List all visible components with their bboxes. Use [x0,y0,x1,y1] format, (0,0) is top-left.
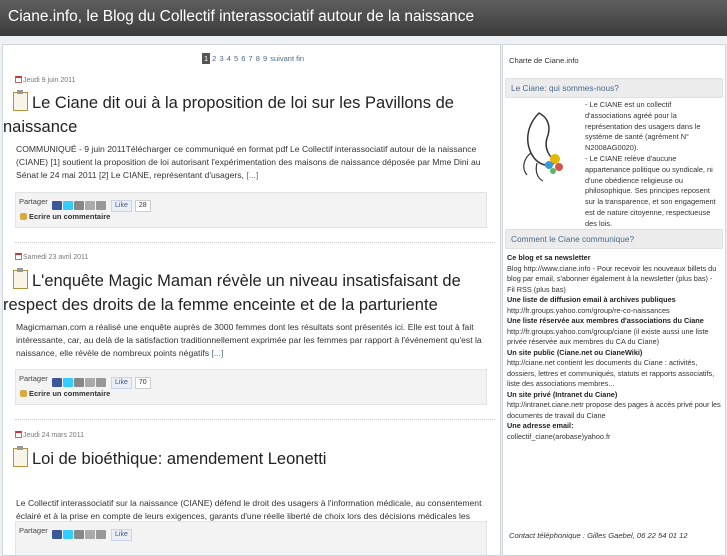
calendar-icon [15,253,22,260]
about-line: - Le CIANE est un collectif d'associatio… [585,100,701,153]
post-excerpt: COMMUNIQUÉ - 9 juin 2011Télécharger ce c… [16,143,497,182]
clipboard-icon [13,446,28,467]
share-label: Partager [19,526,48,535]
twitter-icon[interactable] [63,378,73,388]
page-link[interactable]: 5 [234,54,238,63]
post-title-text[interactable]: Le Ciane dit oui à la proposition de loi… [3,94,454,136]
post-title-text[interactable]: L'enquête Magic Maman révèle un niveau i… [3,272,461,314]
communication-list: Ce blog et sa newsletter Blog http://www.… [507,253,721,442]
delicious-icon[interactable] [85,378,95,388]
comment-label[interactable]: Ecrire un commentaire [29,389,110,398]
delicious-icon[interactable] [85,201,95,211]
divider [15,242,495,243]
comment-icon [20,390,27,397]
ciane-logo [523,112,563,182]
write-comment-link[interactable]: Ecrire un commentaire [20,389,110,398]
list-heading: Une adresse email: [507,421,574,430]
post-date-text: Jeudi 9 juin 2011 [23,77,76,84]
charte-link[interactable]: Charte de Ciane.info [509,55,579,66]
like-count: 28 [134,199,151,212]
about-line: - Le CIANE relève d'aucune appartenance … [585,153,716,228]
post-date: Samedi 23 avril 2011 [15,253,88,261]
box-title: Comment le Ciane communique? [511,234,635,244]
calendar-icon [15,76,22,83]
next-link[interactable]: suivant [270,54,294,63]
page-link[interactable]: 6 [241,54,245,63]
read-more-link[interactable]: [...] [246,170,258,180]
share-bar: Partager Like [15,521,487,555]
list-text[interactable]: http://fr.groups.yahoo.com/group/re-co-n… [507,306,721,317]
clipboard-icon [13,90,28,111]
share-label: Partager [19,374,48,383]
email-icon[interactable] [96,530,106,540]
write-comment-link[interactable]: Ecrire un commentaire [20,212,110,221]
list-text: Blog http://www.ciane.info - Pour recevo… [507,263,717,294]
google-icon[interactable] [74,530,84,540]
page-link[interactable]: 4 [227,54,231,63]
list-text[interactable]: http://intranet.ciane.netr propose des p… [507,400,721,421]
pagination: 12 3 4 5 6 7 8 9 suivant fin [202,53,304,64]
facebook-icon[interactable] [52,378,62,388]
post-title[interactable]: L'enquête Magic Maman révèle un niveau i… [3,268,493,317]
contact-phone: Contact téléphonique : Gilles Gaebel, 06… [509,531,688,540]
list-heading: Un site privé (Intranet du Ciane) [507,389,618,399]
clipboard-icon [13,268,28,289]
like-button[interactable]: Like [111,376,132,389]
comment-label[interactable]: Ecrire un commentaire [29,212,110,221]
box-title: Le Ciane: qui sommes-nous? [511,83,619,93]
read-more-link[interactable]: [...] [211,348,223,358]
site-header: Ciane.info, le Blog du Collectif interas… [0,0,727,36]
share-bar: Partager Like 70 Ecrire un commentaire [15,369,487,405]
page-link[interactable]: 9 [263,54,267,63]
list-heading: Ce blog et sa newsletter [507,253,591,262]
post-title-text[interactable]: Loi de bioéthique: amendement Leonetti [32,450,326,468]
post-date: Jeudi 24 mars 2011 [15,431,84,439]
like-button[interactable]: Like [111,199,132,212]
like-button[interactable]: Like [111,528,132,541]
sidebar-box-header: Le Ciane: qui sommes-nous? [505,78,723,98]
list-heading: Un site public (Ciane.net ou CianeWiki) [507,347,643,357]
twitter-icon[interactable] [63,201,73,211]
page-link[interactable]: 3 [219,54,223,63]
facebook-icon[interactable] [52,530,62,540]
page-link[interactable]: 2 [212,54,216,63]
share-label: Partager [19,197,48,206]
google-icon[interactable] [74,378,84,388]
excerpt-text: Magicmaman.com a réalisé une enquête aup… [16,322,482,358]
post-date: Jeudi 9 juin 2011 [15,76,75,84]
post-excerpt: Magicmaman.com a réalisé une enquête aup… [16,321,497,360]
like-count: 70 [134,376,151,389]
email-icon[interactable] [96,201,106,211]
post-title[interactable]: Loi de bioéthique: amendement Leonetti [3,446,493,471]
divider [15,419,495,420]
end-link[interactable]: fin [296,54,304,63]
sidebar: Charte de Ciane.info Le Ciane: qui somme… [502,44,726,556]
post-title[interactable]: Le Ciane dit oui à la proposition de loi… [3,90,493,139]
page-current: 1 [202,53,211,64]
page-link[interactable]: 7 [249,54,253,63]
twitter-icon[interactable] [63,530,73,540]
site-title[interactable]: Ciane.info, le Blog du Collectif interas… [8,8,474,26]
page-link[interactable]: 8 [256,54,260,63]
calendar-icon [15,431,22,438]
google-icon[interactable] [74,201,84,211]
list-text[interactable]: http://ciane.net contient les documents … [507,358,721,390]
email-icon[interactable] [96,378,106,388]
list-heading: Une liste de diffusion email à archives … [507,295,676,304]
sidebar-box-header: Comment le Ciane communique? [505,229,723,249]
list-text: collectif_ciane(arobase)yahoo.fr [507,431,611,441]
list-text[interactable]: http://fr.groups.yahoo.com/group/ciane (… [507,327,721,348]
share-bar: Partager Like 28 Ecrire un commentaire [15,192,487,228]
facebook-icon[interactable] [52,201,62,211]
main-content: 12 3 4 5 6 7 8 9 suivant fin Jeudi 9 jui… [2,44,501,556]
post-date-text: Samedi 23 avril 2011 [23,254,89,261]
comment-icon [20,213,27,220]
post-date-text: Jeudi 24 mars 2011 [23,432,84,439]
list-heading: Une liste réservée aux membres d'associa… [507,316,704,325]
delicious-icon[interactable] [85,530,95,540]
about-text: - Le CIANE est un collectif d'associatio… [585,100,719,230]
